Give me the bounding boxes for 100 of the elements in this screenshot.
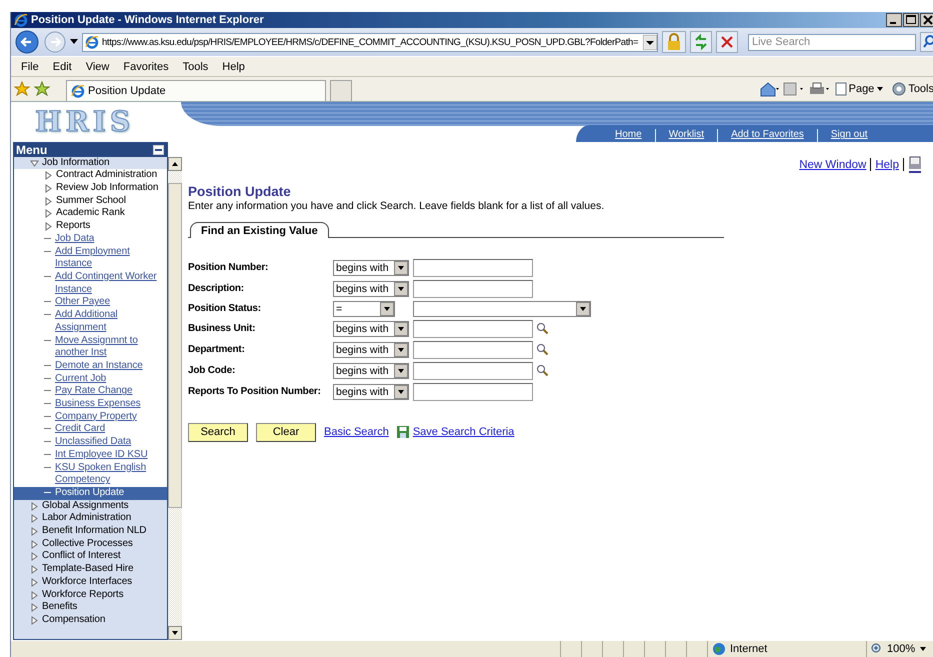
page-menu[interactable]: Page	[834, 82, 884, 96]
menu-link[interactable]: Add Additional Assignment	[55, 309, 165, 335]
menu-link[interactable]: Add Contingent Worker Instance	[55, 271, 165, 296]
star-icon[interactable]	[14, 81, 30, 98]
collapsed-triangle-icon[interactable]	[44, 184, 53, 194]
menu-item[interactable]: File	[14, 60, 46, 73]
menu-item[interactable]: Tools	[176, 60, 216, 73]
menu-link[interactable]: Other Payee	[55, 296, 165, 310]
menu-link[interactable]: Credit Card	[55, 423, 165, 436]
nav-link[interactable]: Home	[602, 129, 655, 142]
menu-folder[interactable]: Template-Based Hire	[42, 563, 165, 576]
input-field[interactable]	[413, 320, 533, 338]
menu-folder[interactable]: Contract Administration	[56, 169, 165, 182]
operator-dropdown[interactable]: begins with	[333, 384, 409, 400]
save-search-link[interactable]: Save Search Criteria	[412, 426, 514, 438]
collapsed-triangle-icon[interactable]	[30, 527, 39, 536]
menu-item[interactable]: Help	[215, 60, 252, 73]
input-field[interactable]	[413, 382, 533, 401]
print-page-icon[interactable]	[908, 156, 922, 174]
address-field[interactable]: https://www.as.ksu.edu/psp/HRIS/EMPLOYEE/HRMS/c/DEFINE_COMMIT_ACCOUNTING_(KSU).KSU_POSN_UPD.GBL?FolderPath=	[82, 32, 658, 52]
action-button[interactable]: Clear	[256, 422, 316, 442]
operator-dropdown[interactable]: begins with	[333, 320, 409, 337]
operator-dropdown[interactable]: begins with	[333, 280, 409, 297]
dropdown-arrow-icon[interactable]	[70, 39, 78, 46]
collapsed-triangle-icon[interactable]	[30, 590, 39, 600]
nav-link[interactable]: Worklist	[654, 129, 718, 142]
lock-icon[interactable]	[662, 31, 686, 54]
menu-link[interactable]: Move Assignmnt to another Inst	[55, 334, 165, 360]
back-icon[interactable]	[14, 30, 40, 54]
menu-item[interactable]: View	[78, 60, 116, 73]
menu-folder[interactable]: Reports	[56, 220, 165, 233]
menu-link[interactable]: Current Job	[55, 372, 165, 386]
operator-dropdown[interactable]: =	[333, 300, 395, 317]
menu-folder[interactable]: Compensation	[42, 614, 165, 627]
menu-folder[interactable]: Collective Processes	[42, 538, 165, 550]
menu-link[interactable]: Job Data	[55, 232, 165, 246]
close-icon[interactable]	[920, 13, 933, 28]
menu-folder[interactable]: Workforce Interfaces	[42, 576, 165, 589]
lookup-icon[interactable]	[536, 322, 549, 336]
lookup-icon[interactable]	[536, 364, 549, 378]
search-field[interactable]: Live Search	[748, 34, 916, 51]
action-button[interactable]: Search	[188, 422, 248, 442]
lookup-icon[interactable]	[536, 343, 549, 356]
collapse-icon[interactable]	[153, 144, 164, 155]
add-favorite-icon[interactable]	[34, 81, 50, 98]
collapsed-triangle-icon[interactable]	[44, 196, 53, 206]
search-tab[interactable]: Find an Existing Value	[190, 222, 329, 238]
menu-link[interactable]: Business Expenses	[55, 398, 165, 411]
basic-search-link[interactable]: Basic Search	[324, 426, 389, 438]
input-field[interactable]	[413, 280, 533, 298]
menu-folder[interactable]: Review Job Information	[56, 182, 165, 195]
zoom-control[interactable]: 100%	[867, 640, 933, 657]
stop-icon[interactable]	[716, 31, 738, 54]
menu-link[interactable]: Add Employment Instance	[55, 246, 165, 271]
operator-dropdown[interactable]: begins with	[333, 260, 409, 276]
input-field[interactable]	[413, 362, 533, 380]
collapsed-triangle-icon[interactable]	[30, 540, 39, 549]
collapsed-triangle-icon[interactable]	[30, 578, 39, 587]
header-link[interactable]: New Window	[799, 158, 866, 171]
menu-folder[interactable]: Labor Administration	[42, 512, 165, 526]
input-field[interactable]	[413, 340, 533, 359]
refresh-icon[interactable]	[690, 31, 712, 54]
menu-folder[interactable]: Benefits	[42, 601, 165, 614]
menu-folder[interactable]: Conflict of Interest	[42, 550, 165, 564]
browser-tab[interactable]: Position Update	[66, 80, 326, 102]
collapsed-triangle-icon[interactable]	[30, 514, 39, 524]
collapsed-triangle-icon[interactable]	[44, 171, 53, 180]
scroll-up-icon[interactable]	[168, 156, 182, 171]
scrollbar[interactable]	[168, 156, 182, 640]
menu-link[interactable]: KSU Spoken English Competency	[55, 462, 165, 487]
menu-link[interactable]: Pay Rate Change	[55, 385, 165, 398]
menu-folder[interactable]: Job Information	[42, 156, 165, 170]
menu-folder[interactable]: Global Assignments	[42, 500, 165, 512]
collapsed-triangle-icon[interactable]	[30, 565, 39, 574]
menu-item[interactable]: Favorites	[116, 60, 176, 73]
maximize-icon[interactable]	[903, 13, 919, 28]
scroll-down-icon[interactable]	[168, 626, 182, 640]
header-link[interactable]: Help	[875, 158, 899, 171]
collapsed-triangle-icon[interactable]	[30, 616, 39, 625]
menu-folder[interactable]: Summer School	[56, 194, 165, 208]
menu-link[interactable]: Int Employee ID KSU	[55, 448, 165, 462]
operator-dropdown[interactable]: begins with	[333, 362, 409, 379]
menu-link[interactable]: Demote an Instance	[55, 360, 165, 373]
collapsed-triangle-icon[interactable]	[30, 603, 39, 612]
dropdown-arrow-icon[interactable]	[643, 34, 657, 50]
expanded-triangle-icon[interactable]	[30, 158, 39, 168]
input-field[interactable]	[413, 258, 533, 277]
menu-link[interactable]: Company Property	[55, 410, 165, 424]
minimize-icon[interactable]	[886, 13, 902, 28]
menu-folder[interactable]: Academic Rank	[56, 207, 165, 220]
collapsed-triangle-icon[interactable]	[44, 222, 53, 232]
home-icon[interactable]	[758, 81, 779, 98]
value-dropdown[interactable]	[413, 300, 591, 317]
menu-link[interactable]: Unclassified Data	[55, 436, 165, 449]
save-icon[interactable]	[396, 426, 409, 438]
collapsed-triangle-icon[interactable]	[44, 209, 53, 218]
menu-folder[interactable]: Benefit Information NLD	[42, 525, 165, 538]
collapsed-triangle-icon[interactable]	[30, 502, 39, 511]
nav-link[interactable]: Sign out	[816, 129, 881, 142]
collapsed-triangle-icon[interactable]	[30, 552, 39, 562]
